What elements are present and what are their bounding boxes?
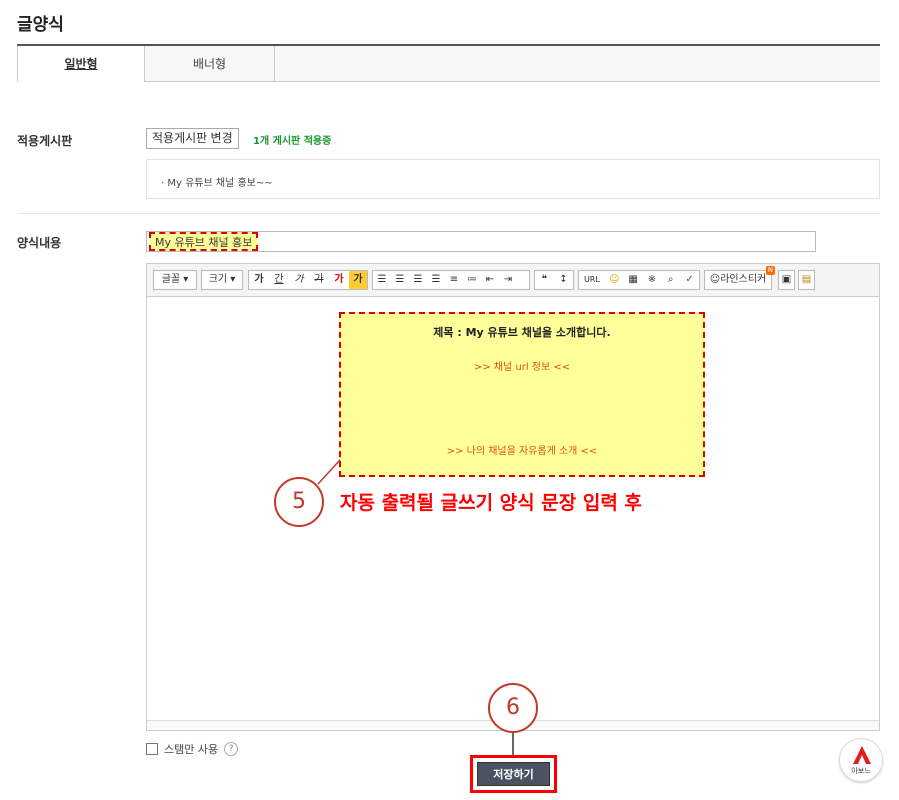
- step-6-marker: 6: [488, 683, 538, 733]
- save-button[interactable]: 저장하기: [477, 762, 550, 786]
- callout-lines: [317, 459, 514, 758]
- logo-text: 아보느: [851, 767, 871, 775]
- callout-5-connector: [317, 459, 341, 485]
- brand-logo: 아보느: [839, 738, 883, 782]
- logo-icon: [853, 746, 871, 764]
- stamp-only-label: 스탬만 사용: [164, 743, 219, 756]
- step-5-instruction: 자동 출력될 글쓰기 양식 문장 입력 후: [340, 492, 642, 514]
- save-button-highlight: 저장하기: [470, 755, 557, 793]
- help-icon[interactable]: ?: [224, 742, 239, 756]
- stamp-only-option: 스탬만 사용 ?: [146, 741, 239, 757]
- step-5-marker: 5: [274, 477, 324, 527]
- stamp-only-checkbox[interactable]: [146, 743, 158, 755]
